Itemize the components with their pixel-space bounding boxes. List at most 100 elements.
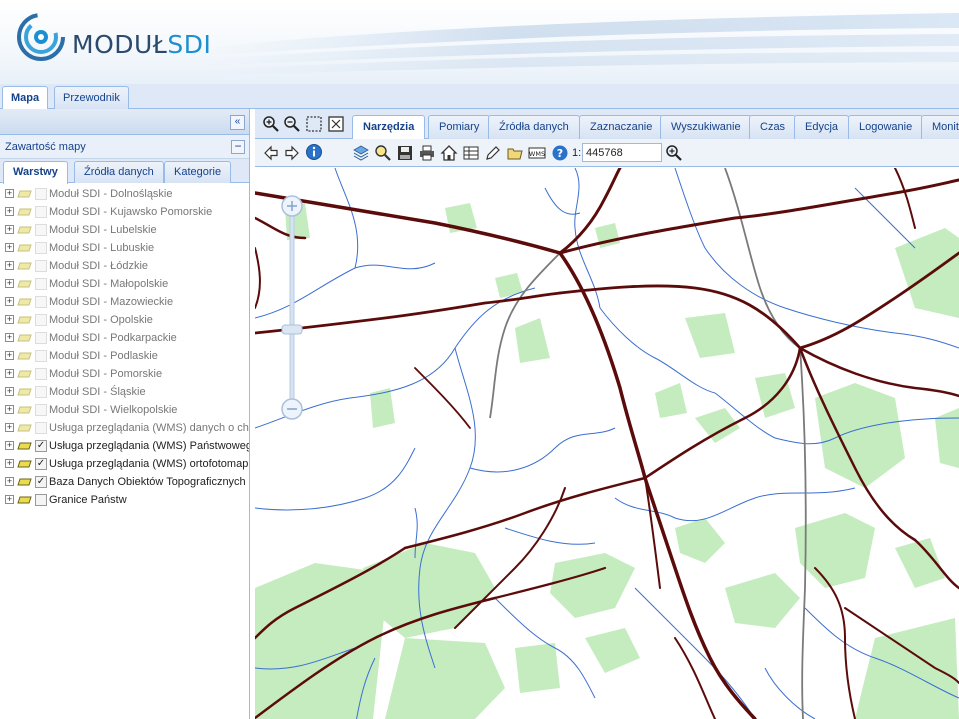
map-toolbar-tools: WMS ? 1: (255, 139, 959, 167)
tab-logowanie[interactable]: Logowanie (848, 115, 924, 139)
zoom-box-icon[interactable] (305, 115, 323, 133)
layer-row[interactable]: + Moduł SDI - Lubuskie (0, 239, 249, 257)
expand-plus-icon[interactable]: + (5, 279, 14, 288)
tab-przewodnik[interactable]: Przewodnik (54, 86, 129, 109)
layer-type-icon (17, 226, 32, 234)
layer-checkbox[interactable] (35, 206, 47, 218)
expand-plus-icon[interactable]: + (5, 333, 14, 342)
layer-checkbox[interactable] (35, 494, 47, 506)
zoom-in-icon[interactable] (262, 115, 280, 133)
layer-checkbox[interactable] (35, 260, 47, 272)
layer-label: Moduł SDI - Dolnośląskie (49, 188, 173, 200)
info-icon[interactable] (305, 143, 323, 161)
layer-checkbox[interactable] (35, 404, 47, 416)
save-icon[interactable] (396, 144, 414, 162)
tab-zrodla-danych[interactable]: Źródła danych (74, 161, 164, 183)
layer-row[interactable]: + Moduł SDI - Śląskie (0, 383, 249, 401)
expand-plus-icon[interactable]: + (5, 315, 14, 324)
layer-checkbox[interactable] (35, 296, 47, 308)
forest-areas (255, 203, 959, 719)
double-chevron-left-icon[interactable]: « (230, 115, 245, 130)
expand-plus-icon[interactable]: + (5, 207, 14, 216)
tab-mapa[interactable]: Mapa (2, 86, 49, 110)
scale-input[interactable] (582, 143, 662, 162)
expand-plus-icon[interactable]: + (5, 387, 14, 396)
expand-plus-icon[interactable]: + (5, 495, 14, 504)
layer-checkbox[interactable] (35, 350, 47, 362)
layer-row[interactable]: + ✓ Usługa przeglądania (WMS) ortofotomap (0, 455, 249, 473)
layer-row[interactable]: + Moduł SDI - Pomorskie (0, 365, 249, 383)
header-swoosh-decoration (200, 13, 959, 76)
layer-checkbox[interactable] (35, 188, 47, 200)
layer-row[interactable]: + Usługa przeglądania (WMS) danych o ch (0, 419, 249, 437)
expand-plus-icon[interactable]: + (5, 297, 14, 306)
zoom-to-scale-icon[interactable] (665, 144, 683, 162)
layer-row[interactable]: + Moduł SDI - Podkarpackie (0, 329, 249, 347)
tab-zrodla-danych-map[interactable]: Źródła danych (488, 115, 580, 139)
print-icon[interactable] (418, 144, 436, 162)
tab-czas[interactable]: Czas (749, 115, 797, 139)
zoom-out-icon[interactable] (283, 115, 301, 133)
tab-wyszukiwanie[interactable]: Wyszukiwanie (660, 115, 752, 139)
layer-row[interactable]: + Moduł SDI - Łódzkie (0, 257, 249, 275)
tab-edycja[interactable]: Edycja (794, 115, 850, 139)
expand-plus-icon[interactable]: + (5, 189, 14, 198)
layer-row[interactable]: + Moduł SDI - Kujawsko Pomorskie (0, 203, 249, 221)
map-contents-header: Zawartość mapy − (0, 135, 249, 159)
layer-row[interactable]: + ✓ Baza Danych Obiektów Topograficznych (0, 473, 249, 491)
layer-row[interactable]: + Moduł SDI - Lubelskie (0, 221, 249, 239)
layer-row[interactable]: + Moduł SDI - Mazowieckie (0, 293, 249, 311)
map-canvas[interactable] (255, 168, 959, 719)
layer-type-icon (17, 424, 32, 432)
expand-plus-icon[interactable]: + (5, 243, 14, 252)
layer-checkbox[interactable]: ✓ (35, 440, 47, 452)
expand-plus-icon[interactable]: + (5, 369, 14, 378)
pencil-icon[interactable] (484, 144, 502, 162)
map-contents-panel: « Zawartość mapy − Warstwy Źródła danych… (0, 109, 250, 719)
folder-icon[interactable] (506, 144, 524, 162)
layer-checkbox[interactable] (35, 368, 47, 380)
zoom-search-icon[interactable] (374, 144, 392, 162)
layer-row[interactable]: + Granice Państw (0, 491, 249, 509)
layer-checkbox[interactable] (35, 422, 47, 434)
map-rendering[interactable] (255, 168, 959, 719)
wms-icon[interactable]: WMS (528, 144, 546, 162)
tab-kategorie[interactable]: Kategorie (164, 161, 232, 183)
forward-arrow-icon[interactable] (283, 144, 301, 162)
expand-plus-icon[interactable]: + (5, 261, 14, 270)
layer-checkbox[interactable] (35, 332, 47, 344)
layer-row[interactable]: + Moduł SDI - Podlaskie (0, 347, 249, 365)
layers-icon[interactable] (352, 144, 370, 162)
layer-checkbox[interactable]: ✓ (35, 458, 47, 470)
expand-plus-icon[interactable]: + (5, 441, 14, 450)
layer-row[interactable]: + Moduł SDI - Małopolskie (0, 275, 249, 293)
zoom-extent-icon[interactable] (327, 115, 345, 133)
layer-row[interactable]: + Moduł SDI - Wielkopolskie (0, 401, 249, 419)
table-icon[interactable] (462, 144, 480, 162)
expand-plus-icon[interactable]: + (5, 405, 14, 414)
expand-plus-icon[interactable]: + (5, 351, 14, 360)
help-icon[interactable]: ? (551, 144, 569, 162)
layer-checkbox[interactable]: ✓ (35, 476, 47, 488)
home-icon[interactable] (440, 144, 458, 162)
expand-plus-icon[interactable]: + (5, 459, 14, 468)
tab-narzedzia[interactable]: Narzędzia (352, 115, 426, 140)
expand-plus-icon[interactable]: + (5, 225, 14, 234)
tab-monitoring[interactable]: Monito (921, 115, 959, 139)
expand-plus-icon[interactable]: + (5, 423, 14, 432)
layer-checkbox[interactable] (35, 224, 47, 236)
expand-plus-icon[interactable]: + (5, 477, 14, 486)
layer-checkbox[interactable] (35, 278, 47, 290)
layer-checkbox[interactable] (35, 314, 47, 326)
tab-pomiary[interactable]: Pomiary (428, 115, 491, 139)
tab-zaznaczanie[interactable]: Zaznaczanie (579, 115, 664, 139)
tab-warstwy[interactable]: Warstwy (3, 161, 68, 184)
layer-checkbox[interactable] (35, 242, 47, 254)
layer-row[interactable]: + Moduł SDI - Opolskie (0, 311, 249, 329)
layer-tabs: Warstwy Źródła danych Kategorie (0, 159, 249, 184)
layer-row[interactable]: + Moduł SDI - Dolnośląskie (0, 185, 249, 203)
back-arrow-icon[interactable] (262, 144, 280, 162)
layer-row[interactable]: + ✓ Usługa przeglądania (WMS) Państwowego (0, 437, 249, 455)
layer-checkbox[interactable] (35, 386, 47, 398)
minus-icon[interactable]: − (231, 140, 245, 154)
